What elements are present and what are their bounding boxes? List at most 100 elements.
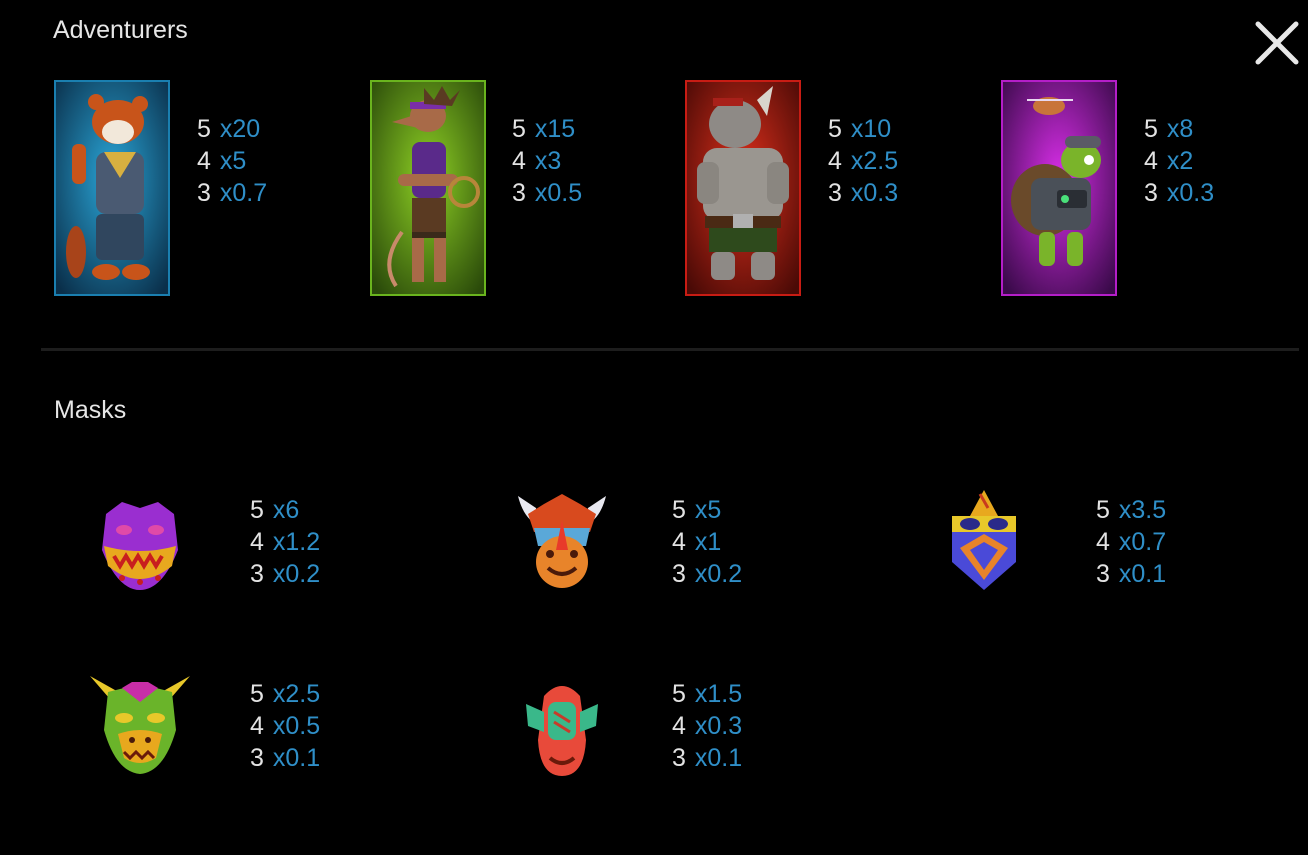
adventurer-card-rhino	[685, 80, 801, 296]
pay-multiplier: x0.1	[272, 744, 321, 772]
pay-row: 3 x0.3	[1144, 177, 1214, 209]
pay-multiplier: x3	[534, 147, 562, 175]
pay-count: 4	[828, 147, 842, 175]
section-divider	[41, 348, 1299, 351]
pay-row: 5 x6	[250, 494, 320, 526]
pay-count: 5	[1144, 115, 1158, 143]
close-button[interactable]	[1252, 20, 1302, 66]
pay-row: 5 x3.5	[1096, 494, 1166, 526]
pay-count: 3	[672, 560, 686, 588]
pay-row: 3 x0.2	[672, 558, 742, 590]
pay-count: 4	[1096, 528, 1110, 556]
red-long-mask-icon	[514, 676, 610, 776]
pay-row: 4 x2	[1144, 145, 1214, 177]
pay-row: 5 x10	[828, 113, 898, 145]
pay-count: 3	[828, 179, 842, 207]
pay-row: 4 x0.5	[250, 710, 320, 742]
pay-row: 5 x2.5	[250, 678, 320, 710]
pay-count: 4	[672, 712, 686, 740]
pay-multiplier: x0.2	[272, 560, 321, 588]
pay-count: 5	[1096, 496, 1110, 524]
pay-multiplier: x0.3	[850, 179, 899, 207]
pay-count: 5	[250, 496, 264, 524]
pay-multiplier: x0.7	[1118, 528, 1167, 556]
pay-count: 3	[250, 560, 264, 588]
pay-multiplier: x15	[534, 115, 576, 143]
mask-paytable-purple-dragon: 5 x6 4 x1.2 3 x0.2	[250, 494, 320, 590]
mask-paytable-horned-orange: 5 x5 4 x1 3 x0.2	[672, 494, 742, 590]
pay-count: 3	[250, 744, 264, 772]
green-horned-mask-icon	[88, 672, 190, 774]
pay-row: 4 x5	[197, 145, 267, 177]
adventurer-paytable-red-panda: 5 x20 4 x5 3 x0.7	[197, 113, 267, 209]
pay-row: 4 x2.5	[828, 145, 898, 177]
pay-multiplier: x8	[1166, 115, 1194, 143]
pay-count: 5	[672, 680, 686, 708]
pay-row: 5 x15	[512, 113, 582, 145]
pay-multiplier: x0.7	[219, 179, 268, 207]
pay-multiplier: x2	[1166, 147, 1194, 175]
pay-multiplier: x1.2	[272, 528, 321, 556]
pay-row: 4 x1.2	[250, 526, 320, 558]
pay-row: 3 x0.7	[197, 177, 267, 209]
pay-row: 3 x0.5	[512, 177, 582, 209]
pay-count: 3	[197, 179, 211, 207]
pay-count: 3	[1144, 179, 1158, 207]
pay-multiplier: x0.5	[272, 712, 321, 740]
pay-row: 5 x20	[197, 113, 267, 145]
blue-gold-mask-icon	[936, 488, 1032, 590]
adventurer-card-turtle	[1001, 80, 1117, 296]
pay-multiplier: x0.5	[534, 179, 583, 207]
pay-count: 3	[672, 744, 686, 772]
rhino-icon	[687, 82, 799, 294]
pay-count: 4	[1144, 147, 1158, 175]
pay-multiplier: x0.3	[694, 712, 743, 740]
pay-row: 3 x0.1	[250, 742, 320, 774]
pay-row: 4 x1	[672, 526, 742, 558]
pay-row: 3 x0.3	[828, 177, 898, 209]
horned-orange-mask-icon	[514, 490, 610, 590]
pay-count: 5	[197, 115, 211, 143]
pay-count: 4	[672, 528, 686, 556]
pay-multiplier: x5	[219, 147, 247, 175]
pay-multiplier: x0.1	[1118, 560, 1167, 588]
pay-row: 4 x3	[512, 145, 582, 177]
pay-multiplier: x10	[850, 115, 892, 143]
pay-multiplier: x6	[272, 496, 300, 524]
pay-multiplier: x0.2	[694, 560, 743, 588]
pay-multiplier: x5	[694, 496, 722, 524]
pay-row: 5 x8	[1144, 113, 1214, 145]
section-title-adventurers: Adventurers	[53, 16, 188, 44]
pay-count: 4	[197, 147, 211, 175]
rat-icon	[372, 82, 484, 294]
pay-count: 4	[250, 712, 264, 740]
pay-count: 4	[512, 147, 526, 175]
pay-row: 3 x0.1	[1096, 558, 1166, 590]
turtle-icon	[1003, 82, 1115, 294]
pay-count: 5	[250, 680, 264, 708]
adventurer-paytable-turtle: 5 x8 4 x2 3 x0.3	[1144, 113, 1214, 209]
pay-multiplier: x0.3	[1166, 179, 1215, 207]
pay-count: 3	[512, 179, 526, 207]
pay-row: 5 x1.5	[672, 678, 742, 710]
adventurer-paytable-rat: 5 x15 4 x3 3 x0.5	[512, 113, 582, 209]
pay-multiplier: x20	[219, 115, 261, 143]
mask-paytable-blue-gold: 5 x3.5 4 x0.7 3 x0.1	[1096, 494, 1166, 590]
pay-multiplier: x2.5	[272, 680, 321, 708]
pay-row: 4 x0.3	[672, 710, 742, 742]
pay-row: 5 x5	[672, 494, 742, 526]
mask-paytable-green-horned: 5 x2.5 4 x0.5 3 x0.1	[250, 678, 320, 774]
pay-count: 4	[250, 528, 264, 556]
purple-dragon-mask-icon	[92, 494, 188, 594]
section-title-masks: Masks	[54, 396, 127, 424]
pay-multiplier: x2.5	[850, 147, 899, 175]
adventurer-card-rat	[370, 80, 486, 296]
pay-multiplier: x1.5	[694, 680, 743, 708]
pay-count: 5	[512, 115, 526, 143]
pay-multiplier: x0.1	[694, 744, 743, 772]
pay-row: 4 x0.7	[1096, 526, 1166, 558]
pay-row: 3 x0.2	[250, 558, 320, 590]
pay-count: 3	[1096, 560, 1110, 588]
pay-row: 3 x0.1	[672, 742, 742, 774]
close-icon	[1255, 21, 1299, 65]
